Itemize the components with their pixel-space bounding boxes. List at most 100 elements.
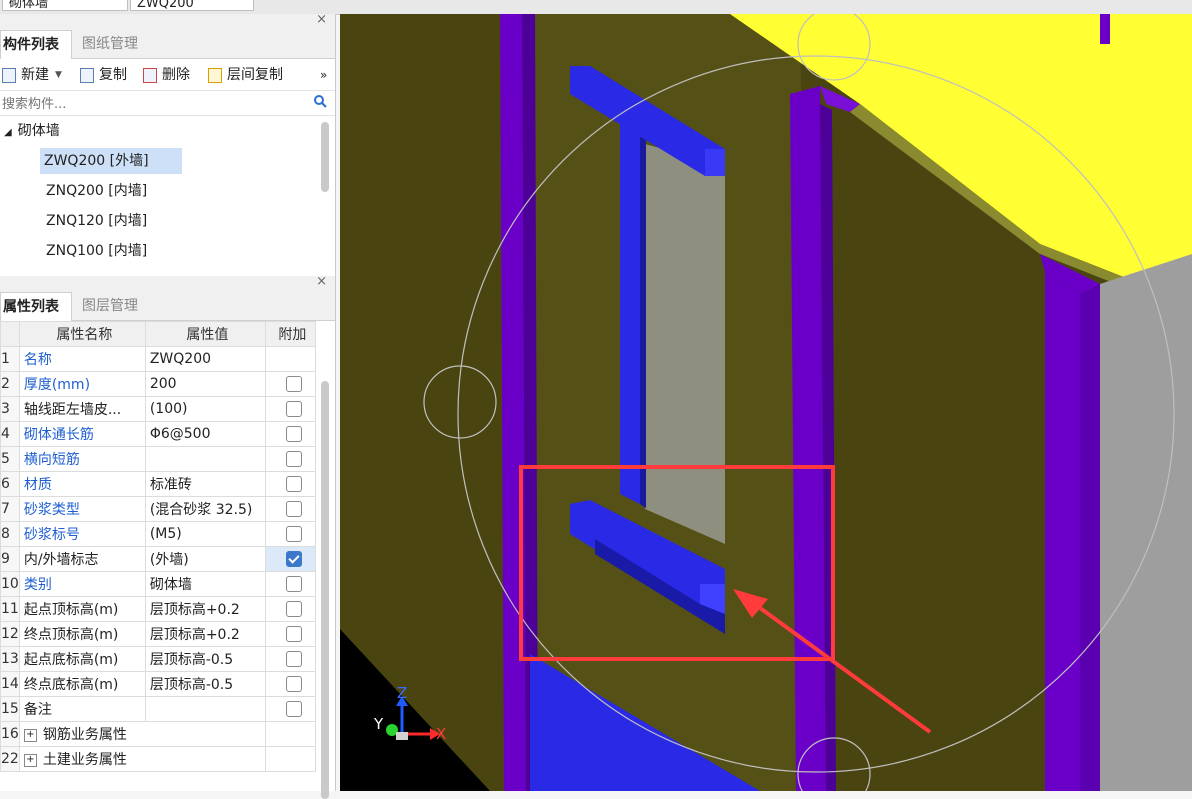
property-value[interactable]: ZWQ200	[144, 346, 266, 372]
tab-drawing-management[interactable]: 图纸管理	[80, 30, 160, 58]
tree-item[interactable]: ZWQ200 [外墙]	[40, 148, 182, 174]
search-icon[interactable]	[313, 94, 327, 110]
property-value[interactable]: Φ6@500	[144, 421, 266, 447]
table-row[interactable]: 15 备注	[0, 696, 316, 722]
table-row[interactable]: 2 厚度(mm) 200	[0, 371, 316, 397]
property-name: 砌体通长筋	[18, 421, 146, 447]
row-number: 6	[0, 471, 20, 497]
component-panel: × 构件列表 图纸管理 新建 ▼ 复制 删除 层间复制 » 搜索构件... ◢ …	[0, 12, 336, 276]
more-button[interactable]: »	[320, 65, 327, 85]
table-row[interactable]: 9 内/外墙标志 (外墙)	[0, 546, 316, 572]
property-name: + 土建业务属性	[18, 746, 266, 772]
table-row[interactable]: 22 + 土建业务属性	[0, 746, 316, 772]
property-extra	[264, 621, 316, 647]
window-frame-shade	[640, 132, 646, 508]
property-value[interactable]	[144, 446, 266, 472]
property-extra	[264, 421, 316, 447]
copy-icon	[80, 67, 94, 83]
property-value[interactable]: 标准砖	[144, 471, 266, 497]
property-scrollbar[interactable]	[321, 381, 329, 799]
property-name: 内/外墙标志	[18, 546, 146, 572]
extra-checkbox[interactable]	[285, 576, 302, 592]
tab-layer-management[interactable]: 图层管理	[80, 292, 160, 320]
component-search	[0, 91, 335, 116]
table-row[interactable]: 1 名称 ZWQ200	[0, 346, 316, 372]
property-value[interactable]: 层顶标高+0.2	[144, 621, 266, 647]
table-row[interactable]: 13 起点底标高(m) 层顶标高-0.5	[0, 646, 316, 672]
extra-checkbox[interactable]	[285, 651, 302, 667]
property-extra	[264, 496, 316, 522]
extra-checkbox[interactable]	[285, 526, 302, 542]
row-number: 13	[0, 646, 20, 672]
property-name: 轴线距左墙皮...	[18, 396, 146, 422]
table-row[interactable]: 16 + 钢筋业务属性	[0, 721, 316, 747]
chevron-down-icon[interactable]: ▼	[55, 65, 62, 85]
extra-checkbox[interactable]	[285, 551, 302, 567]
table-row[interactable]: 14 终点底标高(m) 层顶标高-0.5	[0, 671, 316, 697]
tab-component-list[interactable]: 构件列表	[0, 30, 72, 59]
column-header-name: 属性名称	[18, 321, 146, 347]
property-value[interactable]: 砌体墙	[144, 571, 266, 597]
property-value[interactable]: (100)	[144, 396, 266, 422]
property-extra	[264, 346, 316, 372]
table-row[interactable]: 11 起点顶标高(m) 层顶标高+0.2	[0, 596, 316, 622]
table-row[interactable]: 6 材质 标准砖	[0, 471, 316, 497]
close-icon[interactable]: ×	[316, 274, 327, 289]
extra-checkbox[interactable]	[285, 401, 302, 417]
property-value[interactable]: 层顶标高-0.5	[144, 646, 266, 672]
floor-copy-button[interactable]: 层间复制	[208, 65, 283, 85]
close-icon[interactable]: ×	[316, 12, 327, 27]
delete-button[interactable]: 删除	[143, 65, 190, 85]
3d-scene[interactable]: Z Y X	[340, 14, 1192, 791]
property-extra	[264, 521, 316, 547]
property-extra	[264, 571, 316, 597]
expand-plus-icon[interactable]: +	[23, 728, 37, 742]
property-extra	[264, 746, 316, 772]
component-panel-titlebar: ×	[0, 12, 335, 30]
property-value[interactable]: 层顶标高+0.2	[144, 596, 266, 622]
3d-viewport[interactable]: Z Y X	[340, 14, 1192, 791]
property-value[interactable]: (混合砂浆 32.5)	[144, 496, 266, 522]
tree-item[interactable]: ZNQ120 [内墙]	[46, 208, 147, 234]
extra-checkbox[interactable]	[285, 376, 302, 392]
table-row[interactable]: 3 轴线距左墙皮... (100)	[0, 396, 316, 422]
table-row[interactable]: 7 砂浆类型 (混合砂浆 32.5)	[0, 496, 316, 522]
property-name: 砂浆标号	[18, 521, 146, 547]
component-type-field[interactable]: 砌体墙	[2, 0, 128, 11]
property-extra	[264, 721, 316, 747]
table-row[interactable]: 8 砂浆标号 (M5)	[0, 521, 316, 547]
property-value[interactable]: (M5)	[144, 521, 266, 547]
property-value[interactable]: 层顶标高-0.5	[144, 671, 266, 697]
extra-checkbox[interactable]	[285, 676, 302, 692]
component-name-field[interactable]: ZWQ200	[130, 0, 254, 11]
expand-plus-icon[interactable]: +	[23, 753, 37, 767]
property-extra	[264, 446, 316, 472]
table-row[interactable]: 4 砌体通长筋 Φ6@500	[0, 421, 316, 447]
table-row[interactable]: 12 终点顶标高(m) 层顶标高+0.2	[0, 621, 316, 647]
tab-property-list[interactable]: 属性列表	[0, 292, 72, 321]
extra-checkbox[interactable]	[285, 601, 302, 617]
extra-checkbox[interactable]	[285, 501, 302, 517]
extra-checkbox[interactable]	[285, 476, 302, 492]
property-value[interactable]: 200	[144, 371, 266, 397]
property-name: 终点底标高(m)	[18, 671, 146, 697]
property-panel-titlebar: ×	[0, 274, 335, 292]
window-glass	[645, 144, 725, 544]
copy-button[interactable]: 复制	[80, 65, 127, 85]
search-input[interactable]	[0, 93, 304, 115]
extra-checkbox[interactable]	[285, 426, 302, 442]
tree-root-masonry-wall[interactable]: ◢ 砌体墙	[4, 118, 60, 144]
tree-item[interactable]: ZNQ100 [内墙]	[46, 238, 147, 264]
right-column	[1045, 272, 1080, 791]
tree-item[interactable]: ZNQ200 [内墙]	[46, 178, 147, 204]
property-value[interactable]	[144, 696, 266, 722]
new-button[interactable]: 新建 ▼	[2, 65, 62, 85]
expand-icon[interactable]: ◢	[4, 127, 12, 138]
table-row[interactable]: 10 类别 砌体墙	[0, 571, 316, 597]
tree-scrollbar[interactable]	[321, 122, 329, 192]
extra-checkbox[interactable]	[285, 451, 302, 467]
extra-checkbox[interactable]	[285, 626, 302, 642]
extra-checkbox[interactable]	[285, 701, 302, 717]
table-row[interactable]: 5 横向短筋	[0, 446, 316, 472]
property-value[interactable]: (外墙)	[144, 546, 266, 572]
